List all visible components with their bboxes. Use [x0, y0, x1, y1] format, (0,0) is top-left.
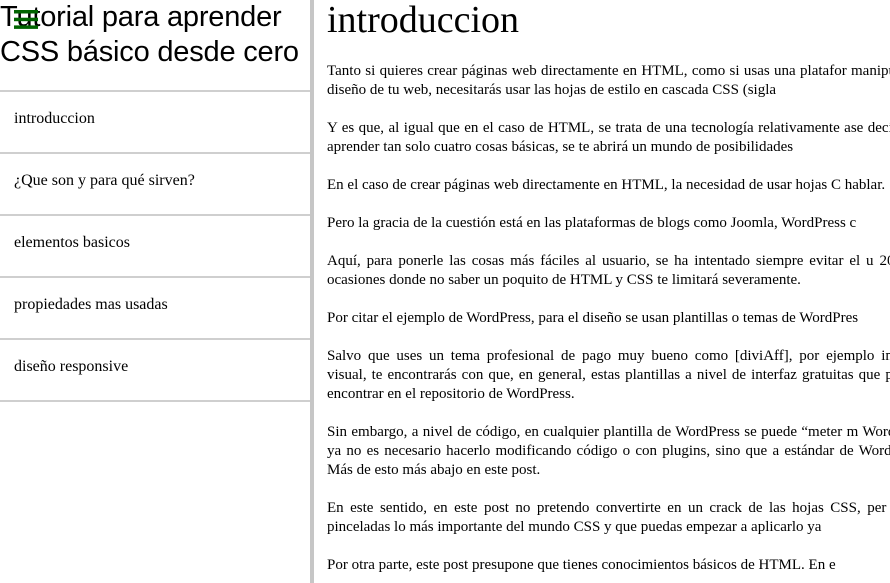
article-body: Tanto si quieres crear páginas web direc… — [327, 62, 890, 575]
paragraph: Por citar el ejemplo de WordPress, para … — [327, 310, 859, 326]
site-title-line-2: CSS básico desde cero — [0, 36, 299, 68]
page-title: introduccion — [327, 0, 520, 41]
hamburger-menu-icon-graphic — [14, 10, 38, 29]
paragraph: Tanto si quieres crear páginas web direc… — [327, 63, 890, 98]
sidebar-item-propiedades[interactable]: propiedades mas usadas — [0, 278, 311, 340]
paragraph: Salvo que uses un tema profesional de pa… — [327, 348, 890, 402]
page: Tutorial para aprender CSS básico desde … — [0, 0, 890, 583]
sidebar-item-introduccion[interactable]: introduccion — [0, 92, 311, 154]
paragraph: Pero la gracia de la cuestión está en la… — [327, 215, 857, 231]
sidebar-item-elementos-basicos[interactable]: elementos basicos — [0, 216, 311, 278]
sidebar-divider[interactable] — [310, 0, 314, 583]
paragraph: Y es que, al igual que en el caso de HTM… — [327, 120, 890, 155]
paragraph: En este sentido, en este post no pretend… — [327, 500, 890, 535]
site-title-line-1: Tutorial para aprender — [0, 1, 282, 33]
site-title: Tutorial para aprender CSS básico desde … — [0, 0, 310, 70]
paragraph: Por otra parte, este post presupone que … — [327, 557, 836, 573]
main-content: introduccion Tanto si quieres crear pági… — [327, 0, 890, 583]
sidebar-item-que-son[interactable]: ¿Que son y para qué sirven? — [0, 154, 311, 216]
paragraph: Sin embargo, a nivel de código, en cualq… — [327, 424, 890, 478]
paragraph: En el caso de crear páginas web directam… — [327, 177, 886, 193]
sidebar-nav: introduccion ¿Que son y para qué sirven?… — [0, 90, 311, 402]
sidebar: Tutorial para aprender CSS básico desde … — [0, 0, 311, 583]
paragraph: Aquí, para ponerle las cosas más fáciles… — [327, 253, 890, 288]
hamburger-menu-icon[interactable] — [14, 9, 38, 30]
sidebar-item-diseno-responsive[interactable]: diseño responsive — [0, 340, 311, 402]
